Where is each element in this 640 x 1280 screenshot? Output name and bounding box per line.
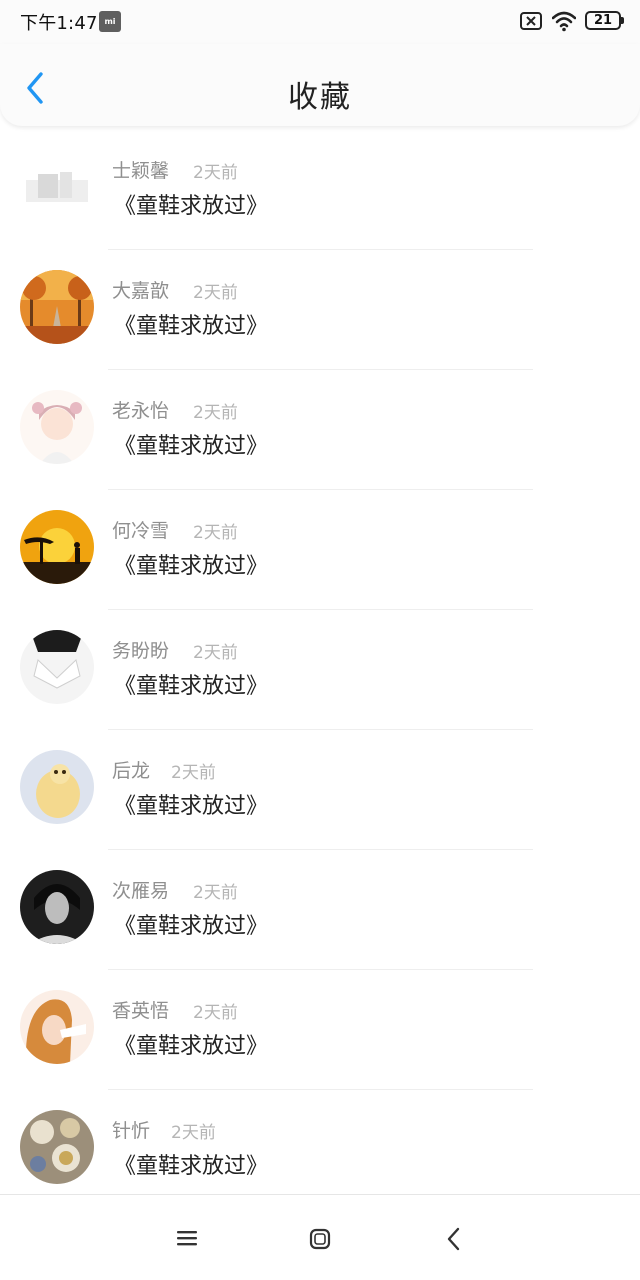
home-button[interactable]	[302, 1221, 338, 1257]
avatar[interactable]	[20, 630, 94, 704]
username: 老永怡	[112, 400, 170, 422]
post-title[interactable]: 《童鞋求放过》	[114, 308, 268, 340]
list-item[interactable]: 针忻 2天前 《童鞋求放过》	[0, 1090, 640, 1210]
avatar[interactable]	[20, 150, 94, 224]
status-bar: 下午1:47 mi 21	[0, 0, 640, 44]
timestamp: 2天前	[171, 763, 216, 783]
timestamp: 2天前	[193, 403, 238, 423]
timestamp: 2天前	[171, 1123, 216, 1143]
list-item[interactable]: 后龙 2天前 《童鞋求放过》	[0, 730, 640, 850]
mi-notification-icon: mi	[99, 11, 121, 32]
post-title[interactable]: 《童鞋求放过》	[114, 1148, 268, 1180]
list-item[interactable]: 香英悟 2天前 《童鞋求放过》	[0, 970, 640, 1090]
username: 针忻	[112, 1120, 151, 1142]
username: 何冷雪	[112, 520, 170, 542]
timestamp: 2天前	[193, 163, 238, 183]
username: 大嘉歆	[112, 280, 170, 302]
post-title[interactable]: 《童鞋求放过》	[114, 1028, 268, 1060]
post-title[interactable]: 《童鞋求放过》	[114, 908, 268, 940]
username: 后龙	[112, 760, 151, 782]
username: 士颖馨	[112, 160, 170, 182]
battery-level: 21	[593, 13, 613, 28]
avatar[interactable]	[20, 750, 94, 824]
battery-icon: 21	[585, 11, 625, 30]
menu-icon	[177, 1231, 197, 1246]
avatar[interactable]	[20, 990, 94, 1064]
list-item[interactable]: 大嘉歆 2天前 《童鞋求放过》	[0, 250, 640, 370]
menu-button[interactable]	[169, 1221, 205, 1257]
no-sim-icon	[520, 12, 542, 30]
timestamp: 2天前	[193, 1003, 238, 1023]
favorites-list: 士颖馨 2天前 《童鞋求放过》 大嘉歆 2天前 《童鞋求放过》 老永怡 2天前 …	[0, 130, 640, 1210]
list-item[interactable]: 何冷雪 2天前 《童鞋求放过》	[0, 490, 640, 610]
post-title[interactable]: 《童鞋求放过》	[114, 188, 268, 220]
header: 收藏	[0, 44, 640, 126]
back-icon	[447, 1227, 460, 1251]
list-item[interactable]: 士颖馨 2天前 《童鞋求放过》	[0, 130, 640, 250]
timestamp: 2天前	[193, 523, 238, 543]
username: 香英悟	[112, 1000, 170, 1022]
avatar[interactable]	[20, 1110, 94, 1184]
status-time: 下午1:47	[20, 13, 98, 34]
wifi-icon	[552, 11, 576, 32]
username: 次雁易	[112, 880, 170, 902]
list-item[interactable]: 老永怡 2天前 《童鞋求放过》	[0, 370, 640, 490]
timestamp: 2天前	[193, 883, 238, 903]
timestamp: 2天前	[193, 283, 238, 303]
system-nav-bar	[0, 1194, 640, 1280]
home-icon	[309, 1228, 331, 1250]
avatar[interactable]	[20, 870, 94, 944]
avatar[interactable]	[20, 390, 94, 464]
post-title[interactable]: 《童鞋求放过》	[114, 428, 268, 460]
page-title: 收藏	[288, 80, 352, 115]
system-back-button[interactable]	[436, 1221, 472, 1257]
list-item[interactable]: 次雁易 2天前 《童鞋求放过》	[0, 850, 640, 970]
avatar[interactable]	[20, 270, 94, 344]
post-title[interactable]: 《童鞋求放过》	[114, 788, 268, 820]
list-item[interactable]: 务盼盼 2天前 《童鞋求放过》	[0, 610, 640, 730]
username: 务盼盼	[112, 640, 170, 662]
avatar[interactable]	[20, 510, 94, 584]
timestamp: 2天前	[193, 643, 238, 663]
post-title[interactable]: 《童鞋求放过》	[114, 668, 268, 700]
post-title[interactable]: 《童鞋求放过》	[114, 548, 268, 580]
